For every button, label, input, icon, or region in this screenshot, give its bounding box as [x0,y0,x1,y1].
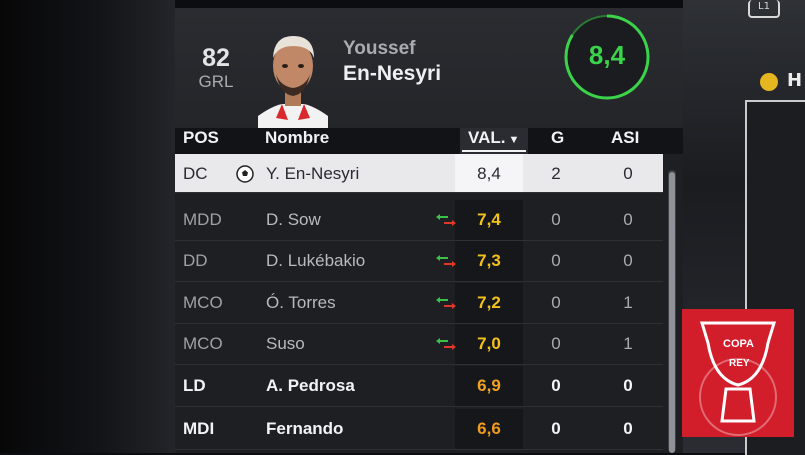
column-header-pos[interactable]: POS [183,128,219,148]
column-header-assists[interactable]: ASI [611,128,639,148]
table-row[interactable]: DC Y. En-Nesyri 8,4 2 0 [175,154,663,193]
player-overall: 82 [202,44,230,72]
row-player-name: D. Lukébakio [266,251,366,270]
match-rating: 8,4 [588,40,626,70]
player-photo [258,36,328,128]
row-rating: 8,4 [477,164,501,183]
row-rating: 7,0 [477,334,501,353]
row-rating: 6,9 [477,376,501,395]
row-assists: 0 [623,210,633,229]
table-row[interactable]: MDD D. Sow 7,4 0 0 [175,200,663,241]
row-position: MCO [183,293,223,312]
row-assists: 1 [623,293,633,312]
row-position: MDD [183,210,222,229]
copa-logo-line2: REY [729,358,750,369]
sort-indicator [462,150,526,152]
substitution-icon [436,214,456,226]
table-header [175,128,683,154]
ball-icon [760,73,778,91]
row-rating: 6,6 [477,419,501,438]
row-position: MCO [183,334,223,353]
row-goals: 0 [551,251,561,270]
row-player-name: Y. En-Nesyri [266,164,360,183]
row-assists: 0 [623,419,633,438]
substitution-icon [436,297,456,309]
column-header-name[interactable]: Nombre [265,128,329,148]
copa-logo-line1: COPA [723,338,754,350]
column-header-val-label: VAL. [468,128,506,147]
right-panel-text: H [787,70,803,91]
row-goals: 0 [551,293,561,312]
row-rating: 7,4 [477,210,501,229]
row-position: DC [183,164,208,183]
row-goals: 2 [551,164,561,183]
table-row[interactable]: DD D. Lukébakio 7,3 0 0 [175,241,663,282]
row-rating: 7,2 [477,293,501,312]
row-position: LD [183,376,206,395]
player-overall-position: GRL [198,72,234,91]
row-goals: 0 [551,419,561,438]
row-rating: 7,3 [477,251,501,270]
column-header-goals[interactable]: G [551,128,564,148]
row-assists: 0 [623,251,633,270]
row-goals: 0 [551,376,561,395]
l1-button-hint: L1 [748,0,780,18]
substitution-icon [436,338,456,350]
row-assists: 0 [623,164,633,183]
player-last-name: En-Nesyri [343,62,442,85]
player-first-name: Youssef [343,38,416,59]
row-position: MDI [183,419,215,438]
row-goals: 0 [551,334,561,353]
scrollbar-thumb[interactable] [669,172,675,453]
row-player-name: Suso [266,334,305,353]
table-row[interactable]: LD A. Pedrosa 6,9 0 0 [175,366,663,407]
column-header-val[interactable]: VAL. ▼ [468,128,519,148]
table-row[interactable]: MCO Ó. Torres 7,2 0 1 [175,283,663,324]
football-icon [236,165,254,183]
row-goals: 0 [551,210,561,229]
table-row[interactable]: MCO Suso 7,0 0 1 [175,324,663,365]
background-left [0,0,175,453]
row-assists: 0 [623,376,633,395]
row-player-name: A. Pedrosa [266,376,355,395]
row-position: DD [183,251,208,270]
row-player-name: Fernando [266,419,344,438]
row-assists: 1 [623,334,633,353]
row-player-name: D. Sow [266,210,321,229]
table-row[interactable]: MDI Fernando 6,6 0 0 [175,409,663,450]
sort-desc-icon: ▼ [508,134,520,146]
substitution-icon [436,255,456,267]
row-player-name: Ó. Torres [266,293,336,312]
trophy-icon [699,321,777,436]
